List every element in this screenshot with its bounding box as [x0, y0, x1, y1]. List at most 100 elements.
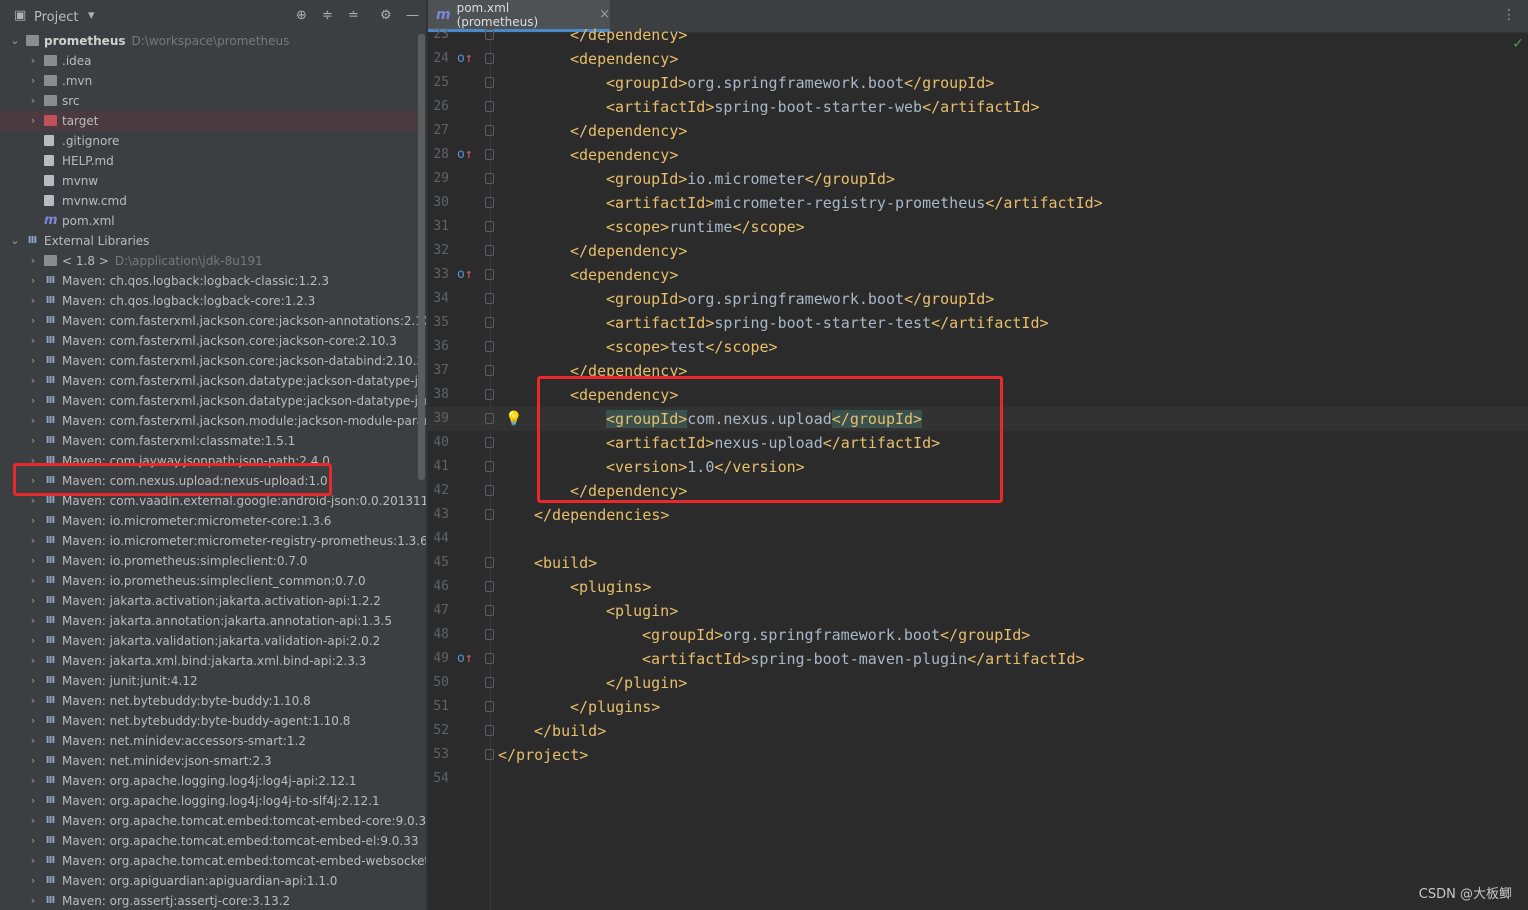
fold-marker-icon[interactable]: [485, 29, 494, 40]
chevron-right-icon[interactable]: ›: [28, 831, 38, 851]
fold-marker-icon[interactable]: [485, 269, 494, 280]
tree-item[interactable]: › Ⅲ Maven: com.fasterxml.jackson.core:jack…: [0, 351, 426, 371]
code-line[interactable]: 49 o↑ <artifactId>spring-boot-maven-plugin…: [428, 647, 1528, 671]
code-line[interactable]: 51 </plugins>: [428, 695, 1528, 719]
chevron-right-icon[interactable]: ›: [28, 791, 38, 811]
tree-item[interactable]: › Ⅲ Maven: org.apache.tomcat.embed:tomcat-…: [0, 851, 426, 871]
fold-marker-icon[interactable]: [485, 365, 494, 376]
tree-item[interactable]: ⌄ Ⅲ External Libraries: [0, 231, 426, 251]
code-line[interactable]: 32 </dependency>: [428, 239, 1528, 263]
tree-item[interactable]: › Ⅲ Maven: jakarta.validation:jakarta.vali…: [0, 631, 426, 651]
tree-item[interactable]: › .idea: [0, 51, 426, 71]
tree-item[interactable]: › Ⅲ Maven: net.bytebuddy:byte-buddy:1.10.8: [0, 691, 426, 711]
code-line[interactable]: 23 </dependency>: [428, 23, 1528, 47]
code-line[interactable]: 48 <groupId>org.springframework.boot</gro…: [428, 623, 1528, 647]
chevron-right-icon[interactable]: ›: [28, 771, 38, 791]
code-line[interactable]: 30 <artifactId>micrometer-registry-promet…: [428, 191, 1528, 215]
code-line[interactable]: 46 <plugins>: [428, 575, 1528, 599]
tree-item[interactable]: › Ⅲ Maven: org.assertj:assertj-core:3.13.2: [0, 891, 426, 910]
chevron-right-icon[interactable]: ›: [28, 511, 38, 531]
tree-item[interactable]: › Ⅲ Maven: org.apache.logging.log4j:log4j-…: [0, 771, 426, 791]
tree-item[interactable]: › Ⅲ Maven: net.minidev:accessors-smart:1.2: [0, 731, 426, 751]
code-line[interactable]: 24 o↑ <dependency>: [428, 47, 1528, 71]
chevron-right-icon[interactable]: ›: [28, 731, 38, 751]
tree-item[interactable]: mvnw: [0, 171, 426, 191]
fold-marker-icon[interactable]: [485, 605, 494, 616]
project-view-selector[interactable]: Project: [34, 10, 78, 25]
fold-marker-icon[interactable]: [485, 749, 494, 760]
fold-marker-icon[interactable]: [485, 557, 494, 568]
chevron-right-icon[interactable]: ›: [28, 71, 38, 91]
chevron-right-icon[interactable]: ›: [28, 811, 38, 831]
chevron-right-icon[interactable]: ›: [28, 671, 38, 691]
fold-marker-icon[interactable]: [485, 509, 494, 520]
chevron-right-icon[interactable]: ›: [28, 331, 38, 351]
tree-item[interactable]: › Ⅲ Maven: ch.qos.logback:logback-classic:…: [0, 271, 426, 291]
fold-marker-icon[interactable]: [485, 389, 494, 400]
tree-item[interactable]: › Ⅲ Maven: org.apiguardian:apiguardian-api…: [0, 871, 426, 891]
chevron-right-icon[interactable]: ›: [28, 531, 38, 551]
chevron-right-icon[interactable]: ›: [28, 311, 38, 331]
chevron-right-icon[interactable]: ›: [28, 391, 38, 411]
tree-item[interactable]: › Ⅲ Maven: jakarta.activation:jakarta.acti…: [0, 591, 426, 611]
chevron-right-icon[interactable]: ›: [28, 111, 38, 131]
hide-panel-icon[interactable]: —: [406, 8, 419, 24]
fold-marker-icon[interactable]: [485, 413, 494, 424]
fold-marker-icon[interactable]: [485, 629, 494, 640]
fold-marker-icon[interactable]: [485, 149, 494, 160]
chevron-right-icon[interactable]: ›: [28, 691, 38, 711]
fold-marker-icon[interactable]: [485, 485, 494, 496]
chevron-down-icon[interactable]: ⌄: [10, 31, 20, 51]
tree-item[interactable]: › target: [0, 111, 426, 131]
tree-item[interactable]: › Ⅲ Maven: com.fasterxml.jackson.datatype:…: [0, 371, 426, 391]
code-line[interactable]: 52 </build>: [428, 719, 1528, 743]
tree-item[interactable]: › Ⅲ Maven: org.apache.tomcat.embed:tomcat-…: [0, 831, 426, 851]
tree-item[interactable]: › Ⅲ Maven: com.fasterxml.jackson.core:jack…: [0, 331, 426, 351]
chevron-right-icon[interactable]: ›: [28, 91, 38, 111]
tree-item[interactable]: › < 1.8 > D:\application\jdk-8u191: [0, 251, 426, 271]
code-line[interactable]: 47 <plugin>: [428, 599, 1528, 623]
chevron-right-icon[interactable]: ›: [28, 871, 38, 891]
chevron-right-icon[interactable]: ›: [28, 271, 38, 291]
chevron-down-icon[interactable]: ▾: [88, 8, 95, 24]
chevron-right-icon[interactable]: ›: [28, 551, 38, 571]
fold-marker-icon[interactable]: [485, 77, 494, 88]
code-line[interactable]: 34 <groupId>org.springframework.boot</gro…: [428, 287, 1528, 311]
fold-marker-icon[interactable]: [485, 53, 494, 64]
tree-item[interactable]: › Ⅲ Maven: com.fasterxml.jackson.datatype:…: [0, 391, 426, 411]
code-line[interactable]: 45 <build>: [428, 551, 1528, 575]
fold-marker-icon[interactable]: [485, 317, 494, 328]
chevron-right-icon[interactable]: ›: [28, 351, 38, 371]
tree-item[interactable]: › Ⅲ Maven: org.apache.tomcat.embed:tomcat-…: [0, 811, 426, 831]
code-line[interactable]: 28 o↑ <dependency>: [428, 143, 1528, 167]
tree-item[interactable]: m pom.xml: [0, 211, 426, 231]
chevron-right-icon[interactable]: ›: [28, 651, 38, 671]
tree-item[interactable]: › Ⅲ Maven: io.prometheus:simpleclient_comm…: [0, 571, 426, 591]
chevron-right-icon[interactable]: ›: [28, 751, 38, 771]
tree-item[interactable]: HELP.md: [0, 151, 426, 171]
override-marker-icon[interactable]: o↑: [457, 47, 473, 71]
code-line[interactable]: 25 <groupId>org.springframework.boot</gro…: [428, 71, 1528, 95]
fold-marker-icon[interactable]: [485, 293, 494, 304]
tree-item[interactable]: › Ⅲ Maven: jakarta.annotation:jakarta.anno…: [0, 611, 426, 631]
locate-file-icon[interactable]: ⊕: [296, 8, 307, 24]
fold-marker-icon[interactable]: [485, 725, 494, 736]
tree-item[interactable]: › Ⅲ Maven: junit:junit:4.12: [0, 671, 426, 691]
fold-marker-icon[interactable]: [485, 653, 494, 664]
override-marker-icon[interactable]: o↑: [457, 143, 473, 167]
chevron-right-icon[interactable]: ›: [28, 571, 38, 591]
more-vertical-icon[interactable]: ⋮: [1502, 7, 1516, 23]
chevron-right-icon[interactable]: ›: [28, 411, 38, 431]
override-marker-icon[interactable]: o↑: [457, 263, 473, 287]
tree-item[interactable]: › Ⅲ Maven: net.bytebuddy:byte-buddy-agent:…: [0, 711, 426, 731]
code-line[interactable]: 31 <scope>runtime</scope>: [428, 215, 1528, 239]
chevron-right-icon[interactable]: ›: [28, 851, 38, 871]
tree-item[interactable]: › Ⅲ Maven: io.micrometer:micrometer-core:1…: [0, 511, 426, 531]
chevron-right-icon[interactable]: ›: [28, 251, 38, 271]
chevron-right-icon[interactable]: ›: [28, 371, 38, 391]
tree-item[interactable]: › .mvn: [0, 71, 426, 91]
tree-item[interactable]: › src: [0, 91, 426, 111]
code-line[interactable]: 54: [428, 767, 1528, 791]
fold-marker-icon[interactable]: [485, 101, 494, 112]
close-icon[interactable]: ×: [599, 7, 610, 22]
